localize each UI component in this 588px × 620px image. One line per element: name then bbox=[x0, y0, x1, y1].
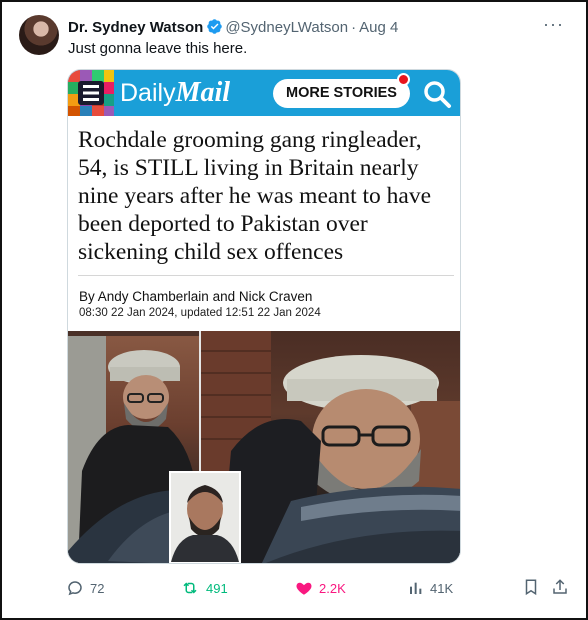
retweet-count: 491 bbox=[206, 580, 228, 596]
divider bbox=[78, 275, 454, 276]
dailymail-header-bar: DailyMail MORE STORIES bbox=[68, 70, 460, 116]
media-card[interactable]: DailyMail MORE STORIES Rochdale grooming… bbox=[67, 69, 461, 564]
views-action[interactable]: 41K bbox=[408, 578, 453, 598]
search-icon[interactable] bbox=[422, 79, 452, 109]
separator: · bbox=[351, 19, 357, 36]
dailymail-logo[interactable]: DailyMail bbox=[120, 78, 230, 108]
bookmark-icon[interactable] bbox=[522, 578, 540, 596]
like-action[interactable]: 2.2K bbox=[295, 578, 346, 598]
views-count: 41K bbox=[430, 580, 454, 596]
reply-count: 72 bbox=[90, 580, 105, 596]
tweet-text: Just gonna leave this here. bbox=[68, 40, 248, 57]
article-byline: By Andy Chamberlain and Nick Craven bbox=[79, 289, 313, 304]
brand-daily: Daily bbox=[120, 79, 176, 107]
reply-icon bbox=[68, 581, 82, 596]
verified-badge-icon bbox=[207, 19, 223, 34]
heart-icon bbox=[296, 582, 312, 595]
views-icon bbox=[410, 582, 422, 594]
like-count: 2.2K bbox=[319, 580, 346, 596]
retweet-action[interactable]: 491 bbox=[180, 578, 228, 598]
retweet-icon bbox=[183, 582, 197, 594]
menu-icon bbox=[68, 70, 114, 116]
mugshot-inset bbox=[169, 471, 241, 563]
tweet-date[interactable]: Aug 4 bbox=[359, 19, 398, 36]
author-handle[interactable]: @SydneyLWatson bbox=[225, 19, 348, 36]
brand-mail: Mail bbox=[175, 77, 231, 108]
author-name[interactable]: Dr. Sydney Watson bbox=[68, 19, 203, 36]
share-icon[interactable] bbox=[551, 578, 569, 596]
notification-dot bbox=[397, 73, 410, 86]
more-stories-button[interactable]: MORE STORIES bbox=[273, 79, 410, 108]
tweet-frame: Dr. Sydney Watson @SydneyLWatson · Aug 4 ··… bbox=[0, 0, 588, 620]
article-dateline: 08:30 22 Jan 2024, updated 12:51 22 Jan … bbox=[79, 307, 321, 319]
article-headline: Rochdale grooming gang ringleader, 54, i… bbox=[78, 127, 431, 265]
more-horizontal-icon[interactable]: ··· bbox=[543, 14, 564, 35]
avatar[interactable] bbox=[19, 15, 59, 55]
tweet-header: Dr. Sydney Watson @SydneyLWatson · Aug 4 bbox=[68, 18, 398, 37]
reply-action[interactable]: 72 bbox=[66, 578, 104, 598]
article-photo bbox=[68, 331, 460, 563]
